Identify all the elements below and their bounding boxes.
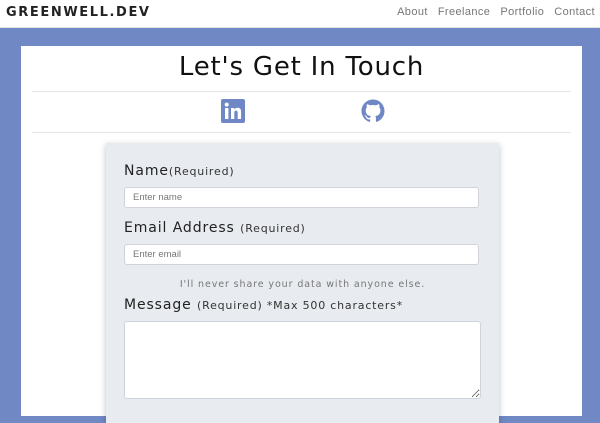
nav-link-contact[interactable]: Contact bbox=[554, 6, 595, 18]
divider-bottom bbox=[32, 132, 571, 133]
email-help-text: I'll never share your data with anyone e… bbox=[179, 279, 426, 290]
brand-logo[interactable]: GREENWELL.DEV bbox=[6, 5, 151, 20]
contact-form: Name(Required) Email Address (Required) … bbox=[106, 143, 499, 423]
name-label-text: Name bbox=[124, 163, 169, 179]
message-label-text: Message bbox=[124, 297, 192, 313]
name-required-text: (Required) bbox=[168, 165, 235, 178]
contact-card: Let's Get In Touch Name(Required) Email … bbox=[21, 46, 582, 423]
message-textarea[interactable] bbox=[124, 321, 481, 399]
top-navbar: GREENWELL.DEV About Freelance Portfolio … bbox=[0, 0, 600, 28]
linkedin-icon bbox=[221, 99, 245, 123]
page-title: Let's Get In Touch bbox=[178, 52, 425, 82]
nav-link-freelance[interactable]: Freelance bbox=[438, 6, 491, 18]
github-link[interactable] bbox=[361, 99, 385, 123]
email-required-text: (Required) bbox=[240, 222, 306, 235]
name-label: Name(Required) bbox=[124, 163, 234, 179]
name-field[interactable] bbox=[124, 187, 479, 208]
message-label: Message (Required) *Max 500 characters* bbox=[124, 297, 403, 313]
nav-link-about[interactable]: About bbox=[397, 6, 428, 18]
github-icon bbox=[361, 99, 385, 122]
email-label-text: Email Address bbox=[124, 220, 235, 236]
divider-top bbox=[32, 91, 571, 92]
email-label: Email Address (Required) bbox=[124, 220, 306, 236]
linkedin-link[interactable] bbox=[221, 99, 245, 123]
message-required-text: (Required) *Max 500 characters* bbox=[197, 299, 404, 312]
email-field[interactable] bbox=[124, 244, 479, 265]
nav-links: About Freelance Portfolio Contact bbox=[387, 6, 595, 18]
nav-link-portfolio[interactable]: Portfolio bbox=[500, 6, 544, 18]
